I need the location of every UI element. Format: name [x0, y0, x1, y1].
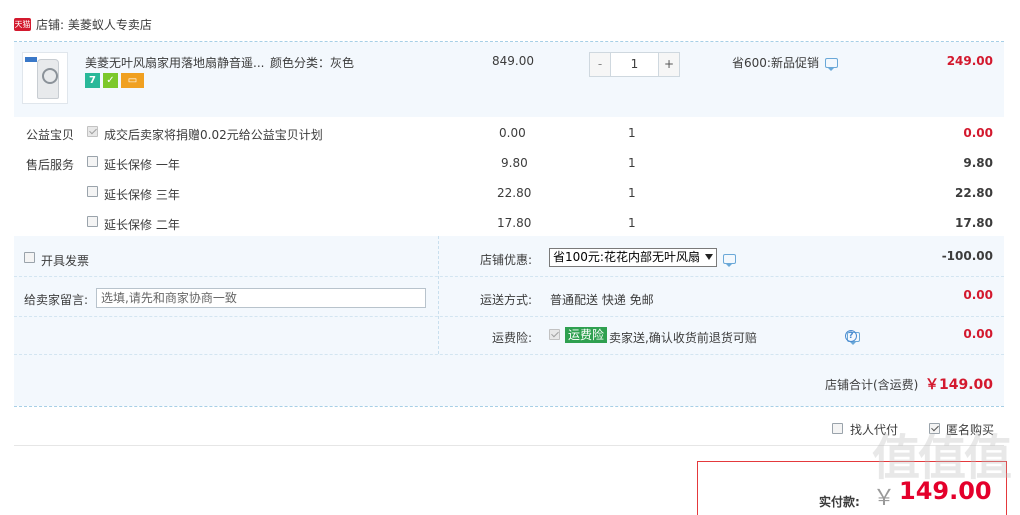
charity-price: 0.00	[499, 126, 526, 140]
divider	[14, 406, 1004, 407]
shop-name[interactable]: 店铺: 美菱蚁人专卖店	[36, 16, 152, 33]
insurance-text: 卖家送,确认收货前退货可赔	[609, 331, 757, 345]
invoice-checkbox[interactable]	[24, 250, 35, 264]
increase-button[interactable]: +	[659, 53, 679, 76]
product-thumbnail[interactable]	[22, 52, 68, 104]
divider	[14, 316, 1004, 317]
watermark: 值值值	[872, 430, 1012, 486]
warranty-checkbox[interactable]	[87, 154, 98, 168]
warranty-qty: 1	[628, 156, 636, 170]
promotion-text: 省600:新品促销	[732, 56, 819, 70]
chevron-down-icon	[705, 254, 713, 260]
warranty-total: 17.80	[955, 216, 993, 230]
aftersale-label: 售后服务	[26, 158, 75, 172]
warranty-price: 22.80	[497, 186, 532, 200]
guarantee-icon[interactable]: ✓	[103, 73, 118, 88]
divider	[14, 276, 1004, 277]
tmall-icon: 天猫	[14, 17, 31, 31]
insurance-tag: 运费险	[565, 327, 608, 343]
chat-icon[interactable]	[824, 57, 838, 71]
warranty-total: 22.80	[955, 186, 993, 200]
warranty-checkbox[interactable]	[87, 214, 98, 228]
product-title[interactable]: 美菱无叶风扇家用落地扇静音遥...	[85, 54, 264, 71]
warranty-qty: 1	[628, 186, 636, 200]
charity-text: 成交后卖家将捐赠0.02元给公益宝贝计划	[104, 128, 323, 142]
warranty-total: 9.80	[963, 156, 993, 170]
pay-label: 实付款:	[819, 495, 860, 509]
charity-total: 0.00	[963, 126, 993, 140]
charity-label: 公益宝贝	[26, 128, 75, 142]
shop-total-label: 店铺合计(含运费)	[825, 378, 919, 392]
product-sku: 颜色分类：灰色	[270, 56, 355, 70]
pay-for-me-checkbox[interactable]	[832, 421, 843, 435]
warranty-checkbox[interactable]	[87, 184, 98, 198]
invoice-label[interactable]: 开具发票	[41, 252, 89, 269]
service-badges: 7 ✓ ▭	[85, 73, 144, 88]
message-input[interactable]: 选填,请先和商家协商一致	[96, 288, 426, 308]
warranty-price: 9.80	[501, 156, 528, 170]
divider	[438, 236, 439, 354]
credit-card-icon[interactable]: ▭	[121, 73, 144, 88]
shipping-method: 普通配送 快递 免邮	[550, 293, 654, 307]
quantity-input[interactable]: 1	[610, 53, 659, 76]
insurance-checkbox	[549, 327, 560, 341]
shipping-label: 运送方式:	[480, 293, 533, 307]
insurance-amount: 0.00	[963, 327, 993, 341]
shipping-amount: 0.00	[963, 288, 993, 302]
warranty-qty: 1	[628, 216, 636, 230]
warranty-name: 延长保修 三年	[104, 188, 180, 202]
chat-icon[interactable]	[723, 254, 736, 267]
shop-discount-label: 店铺优惠:	[480, 253, 533, 267]
item-subtotal: 249.00	[946, 54, 993, 68]
message-label: 给卖家留言:	[24, 293, 89, 307]
warranty-name: 延长保修 二年	[104, 218, 180, 232]
charity-checkbox	[87, 124, 98, 138]
help-icon[interactable]: ?	[845, 330, 857, 342]
unit-price: 849.00	[492, 54, 534, 68]
shop-header: 天猫 店铺: 美菱蚁人专卖店	[14, 15, 152, 33]
quantity-stepper: - 1 +	[589, 52, 680, 77]
shop-total-amount: ￥149.00	[924, 377, 993, 393]
divider	[14, 354, 1004, 355]
seven-day-return-icon[interactable]: 7	[85, 73, 100, 88]
warranty-price: 17.80	[497, 216, 532, 230]
charity-qty: 1	[628, 126, 636, 140]
warranty-name: 延长保修 一年	[104, 158, 180, 172]
shop-discount-select[interactable]: 省100元:花花内部无叶风扇	[549, 248, 717, 267]
divider	[14, 445, 1004, 446]
promotion: 省600:新品促销	[732, 54, 838, 71]
insurance-label: 运费险:	[492, 331, 533, 345]
decrease-button[interactable]: -	[590, 53, 610, 76]
shop-discount-amount: -100.00	[941, 249, 993, 263]
